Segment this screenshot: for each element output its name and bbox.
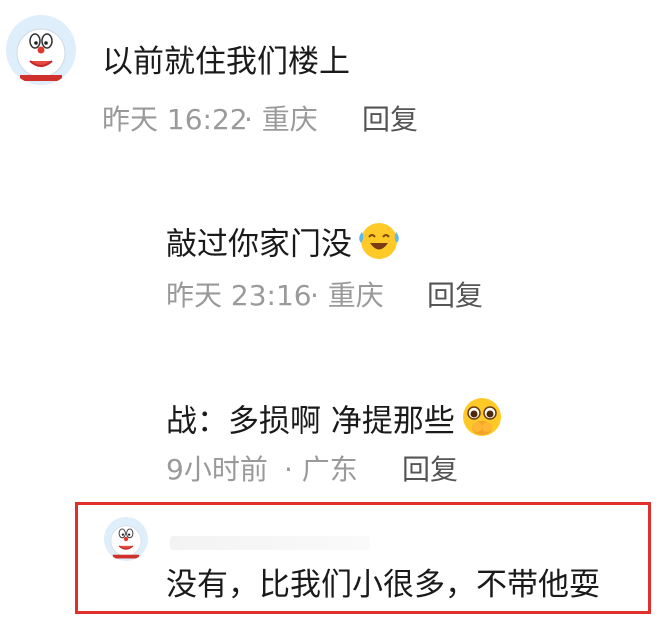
reply-button[interactable]: 回复 [362,106,418,134]
shy-blushing-emoji-icon [459,395,505,445]
comment-timestamp: 昨天 16:22 [102,103,248,136]
doraemon-avatar-icon [6,15,76,85]
redacted-username [170,536,370,550]
comment-text: 战：多损啊 净提那些 [166,398,505,448]
reply-button[interactable]: 回复 [402,456,458,484]
comment-timestamp: 9小时前 [166,453,268,486]
comment-text: 敲过你家门没 [166,223,402,269]
comment-location: · 重庆 [310,279,384,312]
comment-location: · 广东 [284,453,358,486]
comment-text: 以前就住我们楼上 [102,44,350,80]
laughing-crying-emoji-icon [356,220,402,266]
doraemon-avatar-icon [104,517,148,561]
avatar[interactable] [104,517,148,561]
avatar[interactable] [6,15,76,85]
comment-timestamp: 昨天 23:16 [166,279,312,312]
reply-button[interactable]: 回复 [427,282,483,310]
comment-location: · 重庆 [244,103,318,136]
comment-text: 没有，比我们小很多，不带他耍 [166,567,600,603]
